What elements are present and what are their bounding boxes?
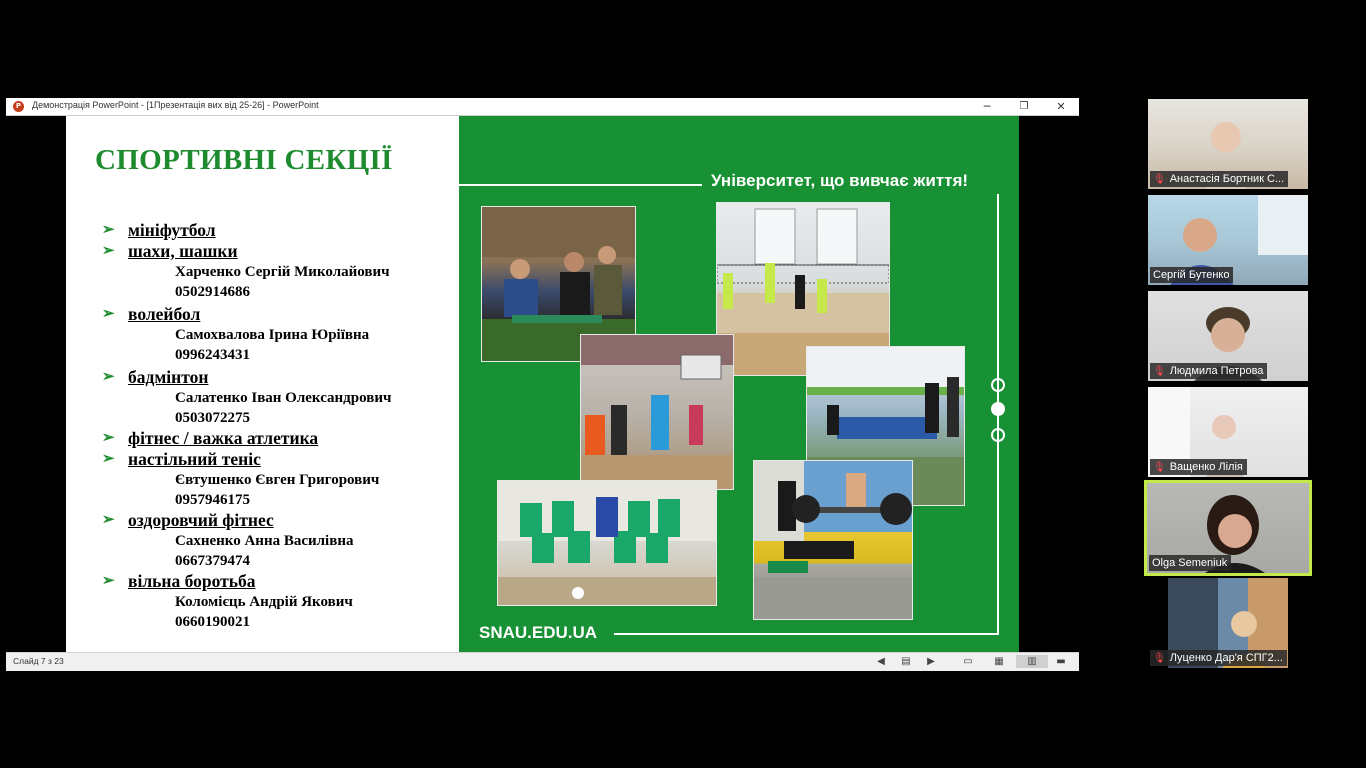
section-name-text: волейбол: [128, 304, 201, 324]
section-phone: 0996243431: [175, 347, 250, 363]
section-coach: Коломієць Андрій Якович: [175, 594, 353, 610]
bullet-arrow-icon: ➢: [102, 451, 115, 467]
section-name: ➢ мініфутбол: [102, 220, 462, 241]
slide-dot-2: [991, 402, 1005, 416]
slide-tagline: Університет, що вивчає життя!: [711, 171, 969, 190]
basketball-photo: [580, 334, 734, 490]
section-phone: 0667379474: [175, 553, 250, 569]
participant-tile[interactable]: 🎙 Ващенко Лілія: [1148, 387, 1308, 477]
slide-right-panel: Університет, що вивчає життя! SNAU.EDU.U…: [459, 116, 1019, 652]
section-name: ➢ оздоровчий фітнес: [102, 510, 462, 531]
slideshow-icon[interactable]: ▬: [1054, 655, 1068, 668]
active-speaker-tile[interactable]: Olga Semeniuk: [1144, 480, 1312, 576]
section-name-text: шахи, шашки: [128, 241, 238, 261]
bullet-arrow-icon: ➢: [102, 512, 115, 528]
mic-muted-icon: 🎙: [1153, 653, 1166, 664]
bullet-arrow-icon: ➢: [102, 222, 115, 238]
section-name: ➢ волейбол: [102, 304, 462, 325]
section-coach: Харченко Сергій Миколайович: [175, 264, 390, 280]
slide-dot-3: [991, 428, 1005, 442]
bullet-arrow-icon: ➢: [102, 369, 115, 385]
section-coach: Євтушенко Євген Григорович: [175, 472, 380, 488]
mic-muted-icon: 🎙: [1153, 462, 1166, 473]
section-item: ➢ мініфутбол: [102, 220, 462, 241]
participant-tile[interactable]: Сергій Бутенко: [1148, 195, 1308, 285]
section-item: ➢ бадмінтон Салатенко Іван Олександрович 05…: [102, 367, 462, 428]
section-coach: Салатенко Іван Олександрович: [175, 390, 392, 406]
participant-name: 🎙 Луценко Дар'я СПГ2...: [1150, 650, 1287, 666]
football-team-photo: [497, 480, 717, 606]
slide-url: SNAU.EDU.UA: [479, 623, 598, 642]
section-phone: 0503072275: [175, 410, 250, 426]
participant-name: 🎙 Ващенко Лілія: [1150, 459, 1247, 475]
section-name-text: фітнес / важка атлетика: [128, 428, 319, 448]
section-name-text: бадмінтон: [128, 367, 209, 387]
participant-name: 🎙 Людмила Петрова: [1150, 363, 1268, 379]
bullet-arrow-icon: ➢: [102, 306, 115, 322]
bullet-arrow-icon: ➢: [102, 243, 115, 259]
close-button[interactable]: ✕: [1043, 98, 1079, 115]
slide-dot-1: [991, 378, 1005, 392]
section-name: ➢ вільна боротьба: [102, 571, 462, 592]
slide-left-panel: СПОРТИВНІ СЕКЦІЇ ➢ мініфутбол ➢ шахи, шашки…: [66, 116, 459, 652]
section-item: ➢ шахи, шашки Харченко Сергій Миколайович 0…: [102, 241, 462, 302]
reading-view-icon[interactable]: ▥: [1016, 655, 1048, 668]
section-name: ➢ бадмінтон: [102, 367, 462, 388]
powerpoint-icon: P: [13, 101, 24, 112]
section-name-text: мініфутбол: [128, 220, 216, 240]
prev-icon[interactable]: ◀: [874, 655, 888, 668]
section-phone: 0957946175: [175, 492, 250, 508]
participant-name: Сергій Бутенко: [1150, 267, 1234, 283]
slide[interactable]: СПОРТИВНІ СЕКЦІЇ ➢ мініфутбол ➢ шахи, шашки…: [66, 116, 1019, 652]
section-name-text: настільний теніс: [128, 449, 261, 469]
slide-title: СПОРТИВНІ СЕКЦІЇ: [95, 144, 393, 176]
participant-name: 🎙 Анастасія Бортник С...: [1150, 171, 1289, 187]
participant-tile[interactable]: 🎙 Анастасія Бортник С...: [1148, 99, 1308, 189]
notes-icon[interactable]: ▤: [899, 655, 913, 668]
section-item: ➢ фітнес / важка атлетика: [102, 428, 462, 449]
section-item: ➢ волейбол Самохвалова Ірина Юріївна 099624…: [102, 304, 462, 365]
frame-line-bottom: [614, 633, 999, 635]
status-bar: Слайд 7 з 23 ◀ ▤ ▶ ▭ ▦ ▥ ▬: [6, 652, 1079, 671]
weightlifting-photo: [753, 460, 913, 620]
next-icon[interactable]: ▶: [924, 655, 938, 668]
sections-list: ➢ мініфутбол ➢ шахи, шашки Харченко Сергій М…: [102, 220, 462, 632]
maximize-button[interactable]: ❐: [1006, 98, 1042, 115]
section-name-text: оздоровчий фітнес: [128, 510, 274, 530]
bullet-arrow-icon: ➢: [102, 573, 115, 589]
window-title: Демонстрація PowerPoint - [1Презентація …: [32, 100, 319, 110]
section-name: ➢ настільний теніс: [102, 449, 462, 470]
slide-counter: Слайд 7 з 23: [13, 656, 64, 666]
section-name-text: вільна боротьба: [128, 571, 256, 591]
minimize-button[interactable]: ─: [969, 98, 1005, 115]
section-item: ➢ настільний теніс Євтушенко Євген Григоро…: [102, 449, 462, 510]
section-phone: 0660190021: [175, 614, 250, 630]
section-coach: Сахненко Анна Василівна: [175, 533, 354, 549]
section-phone: 0502914686: [175, 284, 250, 300]
section-coach: Самохвалова Ірина Юріївна: [175, 327, 370, 343]
participant-tile[interactable]: 🎙 Людмила Петрова: [1148, 291, 1308, 381]
section-item: ➢ оздоровчий фітнес Сахненко Анна Василівн…: [102, 510, 462, 571]
powerpoint-window: P Демонстрація PowerPoint - [1Презентаці…: [6, 98, 1079, 671]
mic-muted-icon: 🎙: [1153, 174, 1166, 185]
section-name: ➢ фітнес / важка атлетика: [102, 428, 462, 449]
slide-sorter-icon[interactable]: ▦: [992, 655, 1006, 668]
section-item: ➢ вільна боротьба Коломієць Андрій Якович 0…: [102, 571, 462, 632]
participant-tile[interactable]: 🎙 Луценко Дар'я СПГ2...: [1148, 578, 1308, 668]
participant-name: Olga Semeniuk: [1149, 555, 1232, 571]
normal-view-icon[interactable]: ▭: [961, 655, 975, 668]
bullet-arrow-icon: ➢: [102, 430, 115, 446]
mic-muted-icon: 🎙: [1153, 366, 1166, 377]
section-name: ➢ шахи, шашки: [102, 241, 462, 262]
title-bar[interactable]: P Демонстрація PowerPoint - [1Презентаці…: [6, 98, 1079, 116]
frame-line-top: [459, 184, 702, 186]
